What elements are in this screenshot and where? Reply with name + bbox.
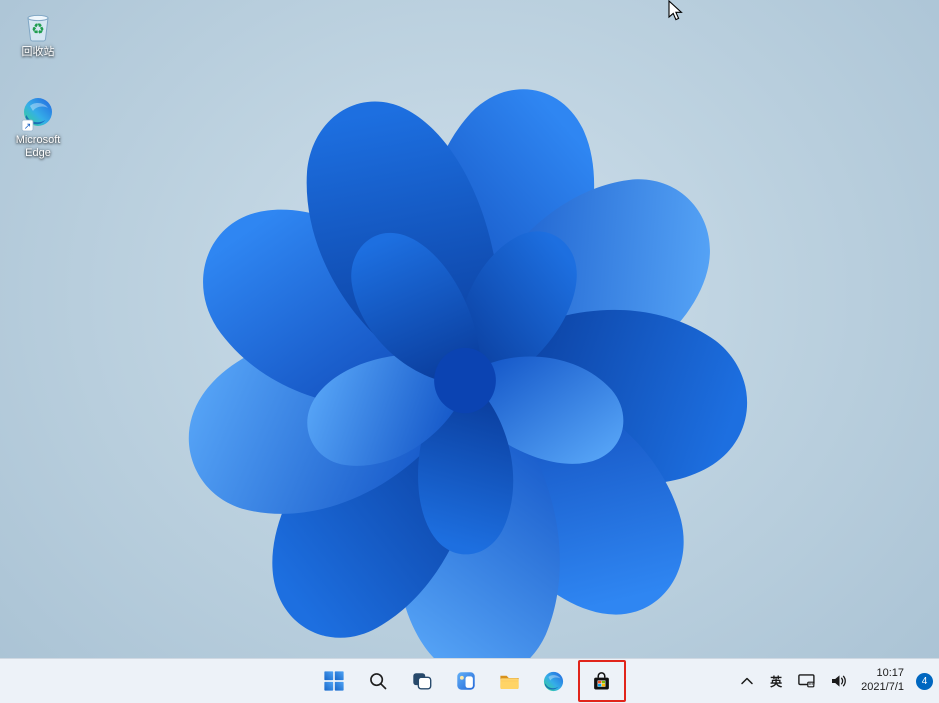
notification-badge[interactable]: 4 <box>916 672 933 690</box>
volume-button[interactable] <box>829 672 849 690</box>
desktop: ♻ 回收站 ↗ Microsoft Edge <box>0 0 939 658</box>
recycle-bin-icon: ♻ <box>20 8 56 44</box>
file-explorer-button[interactable] <box>490 662 530 700</box>
mouse-cursor <box>668 0 683 21</box>
chevron-up-icon <box>741 677 753 685</box>
taskbar-center-buttons <box>314 659 626 703</box>
svg-text:♻: ♻ <box>31 21 44 38</box>
speaker-icon <box>832 675 846 687</box>
folder-icon <box>500 675 519 689</box>
tray-chevron-up-button[interactable] <box>738 673 756 689</box>
task-view-icon <box>412 673 431 690</box>
network-button[interactable] <box>796 672 817 690</box>
svg-text:↗: ↗ <box>24 121 32 131</box>
edge-icon <box>543 671 564 691</box>
system-tray: 英 10:17 2021/7/1 4 <box>738 659 933 703</box>
windows-logo-icon <box>323 671 344 691</box>
recycle-bin-label: 回收站 <box>21 46 55 58</box>
taskbar: 英 10:17 2021/7/1 4 <box>0 658 939 703</box>
edge-button[interactable] <box>534 662 574 700</box>
clock-time: 10:17 <box>876 667 904 680</box>
widgets-icon <box>456 672 475 690</box>
task-view-button[interactable] <box>402 662 442 700</box>
widgets-button[interactable] <box>446 662 486 700</box>
edge-shortcut-label: Microsoft Edge <box>15 134 61 159</box>
microsoft-store-button[interactable] <box>582 662 622 700</box>
edge-icon: ↗ <box>20 96 56 132</box>
desktop-icon-recycle-bin[interactable]: ♻ 回收站 <box>6 8 70 59</box>
store-bag-icon <box>594 671 609 689</box>
search-button[interactable] <box>358 662 398 700</box>
clock[interactable]: 10:17 2021/7/1 <box>861 667 904 695</box>
ime-language-button[interactable]: 英 <box>768 671 784 692</box>
store-highlight-box <box>577 660 626 702</box>
start-button[interactable] <box>314 662 354 700</box>
clock-date: 2021/7/1 <box>861 681 904 693</box>
network-ethernet-icon <box>798 674 815 688</box>
desktop-icon-microsoft-edge[interactable]: ↗ Microsoft Edge <box>6 96 70 159</box>
search-icon <box>369 673 386 690</box>
wallpaper-bloom-image <box>188 89 747 658</box>
